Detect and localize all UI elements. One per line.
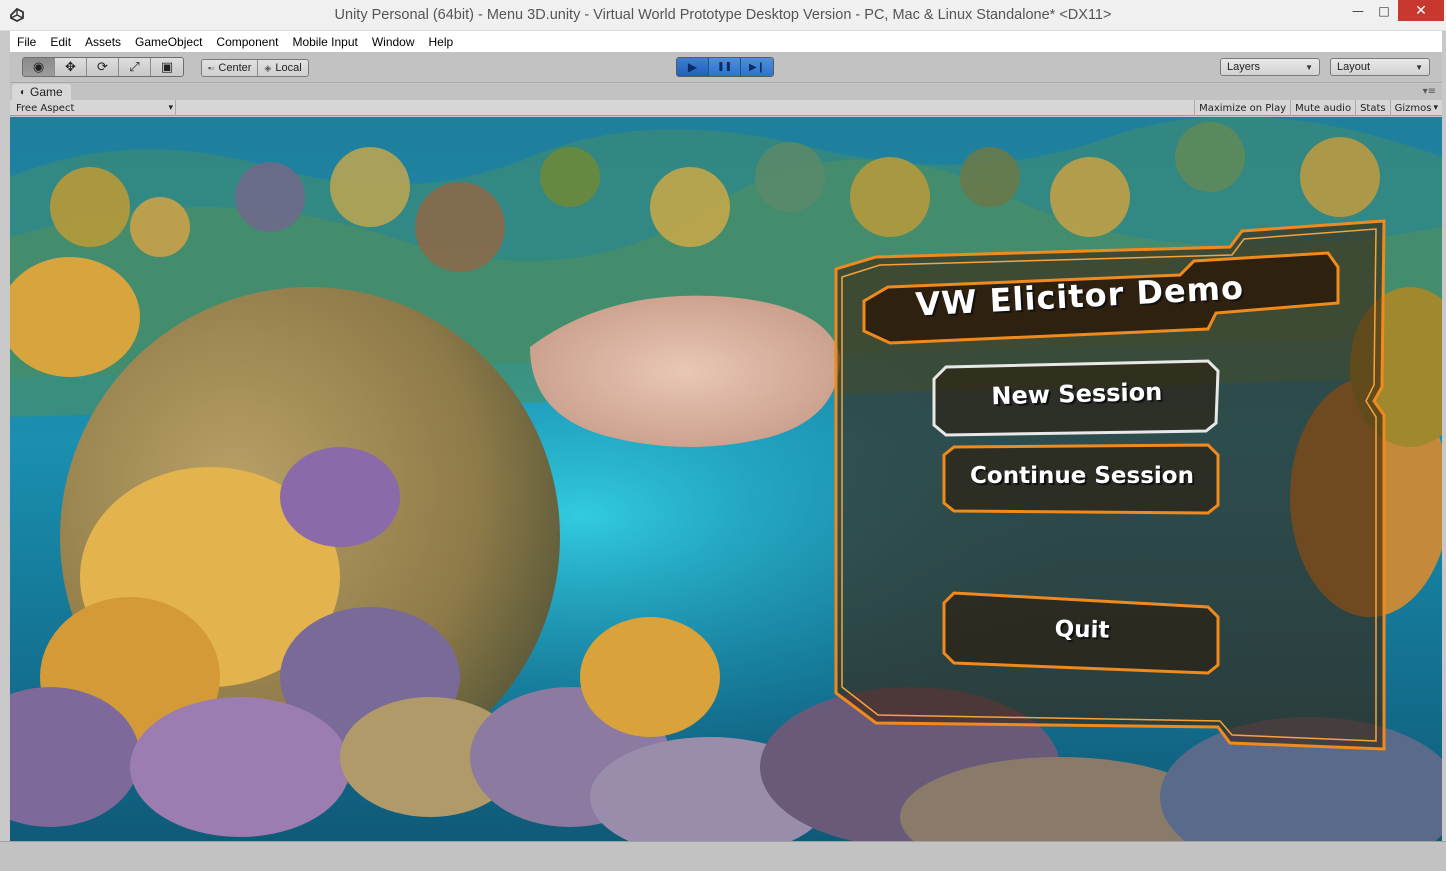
game-view-icon: ◐ bbox=[20, 86, 27, 98]
playback-controls: ▶ ❚❚ ▶❙ bbox=[676, 57, 774, 77]
main-toolbar: ◉ ✥ ⟳ ⤢ ▣ ▪▫ Center ◈ Local ▶ ❚❚ ▶❙ Laye… bbox=[10, 52, 1442, 83]
move-icon: ✥ bbox=[65, 59, 76, 75]
pivot-center-label: Center bbox=[218, 62, 252, 74]
stats-toggle[interactable]: Stats bbox=[1355, 100, 1390, 116]
gizmos-toggle[interactable]: Gizmos ▾ bbox=[1389, 100, 1442, 116]
pause-icon: ❚❚ bbox=[716, 62, 733, 72]
mute-audio-toggle[interactable]: Mute audio bbox=[1290, 100, 1355, 116]
game-viewport[interactable]: VW Elicitor Demo New Session Continue Se… bbox=[10, 117, 1442, 841]
step-icon: ▶❙ bbox=[748, 61, 766, 73]
continue-session-label: Continue Session bbox=[970, 463, 1194, 489]
cube-icon: ◈ bbox=[264, 62, 272, 73]
chevron-down-icon: ▾ bbox=[1433, 103, 1438, 113]
view-tool-button[interactable]: ◉ bbox=[23, 58, 55, 76]
menu-help[interactable]: Help bbox=[422, 35, 461, 49]
play-icon: ▶ bbox=[687, 60, 698, 74]
chevron-down-icon: ▼ bbox=[1415, 62, 1423, 72]
coral-reef-background bbox=[10, 117, 1442, 841]
game-tab-bar: ◐ Game ▾≡ bbox=[10, 84, 1442, 100]
menu-component[interactable]: Component bbox=[209, 35, 285, 49]
status-bar bbox=[0, 841, 1446, 871]
layout-label: Layout bbox=[1337, 61, 1371, 73]
step-button[interactable]: ▶❙ bbox=[741, 58, 773, 76]
pivot-center-button[interactable]: ▪▫ Center bbox=[202, 60, 259, 76]
aspect-dropdown[interactable]: Free Aspect ▾ bbox=[16, 100, 176, 116]
chevron-down-icon: ▼ bbox=[1305, 62, 1313, 72]
rotate-icon: ⟳ bbox=[97, 59, 108, 75]
quit-button[interactable]: Quit bbox=[945, 593, 1219, 672]
pivot-local-label: Local bbox=[275, 62, 302, 74]
scale-icon: ⤢ bbox=[129, 59, 140, 75]
aspect-label: Free Aspect bbox=[16, 102, 75, 114]
layout-dropdown[interactable]: Layout ▼ bbox=[1330, 58, 1430, 76]
maximize-button[interactable]: □ bbox=[1368, 0, 1400, 22]
new-session-button[interactable]: New Session bbox=[937, 361, 1217, 436]
layers-dropdown[interactable]: Layers ▼ bbox=[1220, 58, 1320, 76]
menu-window[interactable]: Window bbox=[365, 35, 422, 49]
close-button[interactable]: ✕ bbox=[1398, 0, 1444, 21]
pause-button[interactable]: ❚❚ bbox=[709, 58, 741, 76]
game-view-controls: Free Aspect ▾ Maximize on Play Mute audi… bbox=[10, 100, 1442, 116]
pivot-icon: ▪▫ bbox=[208, 63, 215, 73]
tab-game[interactable]: ◐ Game bbox=[12, 84, 71, 100]
window-title-bar: Unity Personal (64bit) - Menu 3D.unity -… bbox=[0, 0, 1446, 31]
menu-assets[interactable]: Assets bbox=[78, 35, 128, 49]
move-tool-button[interactable]: ✥ bbox=[55, 58, 87, 76]
window-title: Unity Personal (64bit) - Menu 3D.unity -… bbox=[334, 7, 1112, 23]
eye-icon: ◉ bbox=[32, 59, 45, 75]
menu-edit[interactable]: Edit bbox=[43, 35, 78, 49]
scale-tool-button[interactable]: ⤢ bbox=[119, 58, 151, 76]
panel-menu-icon[interactable]: ▾≡ bbox=[1423, 86, 1436, 97]
menu-mobile-input[interactable]: Mobile Input bbox=[285, 35, 364, 49]
new-session-label: New Session bbox=[991, 377, 1163, 411]
menu-gameobject[interactable]: GameObject bbox=[128, 35, 209, 49]
pivot-toggles: ▪▫ Center ◈ Local bbox=[201, 59, 309, 77]
rect-tool-icon: ▣ bbox=[160, 59, 174, 75]
play-button[interactable]: ▶ bbox=[677, 58, 709, 76]
menu-bar: File Edit Assets GameObject Component Mo… bbox=[10, 31, 1442, 52]
maximize-on-play-toggle[interactable]: Maximize on Play bbox=[1194, 100, 1290, 116]
menu-file[interactable]: File bbox=[10, 35, 43, 49]
tab-game-label: Game bbox=[30, 85, 63, 99]
chevron-down-icon: ▾ bbox=[168, 103, 173, 113]
layers-label: Layers bbox=[1227, 61, 1261, 73]
quit-label: Quit bbox=[1054, 616, 1110, 644]
gizmos-label: Gizmos bbox=[1394, 102, 1432, 114]
rect-tool-button[interactable]: ▣ bbox=[151, 58, 183, 76]
transform-tools: ◉ ✥ ⟳ ⤢ ▣ bbox=[22, 57, 184, 77]
rotate-tool-button[interactable]: ⟳ bbox=[87, 58, 119, 76]
pivot-local-button[interactable]: ◈ Local bbox=[258, 60, 308, 76]
game-view-toggles: Maximize on Play Mute audio Stats Gizmos… bbox=[1194, 100, 1442, 116]
continue-session-button[interactable]: Continue Session bbox=[946, 447, 1218, 511]
